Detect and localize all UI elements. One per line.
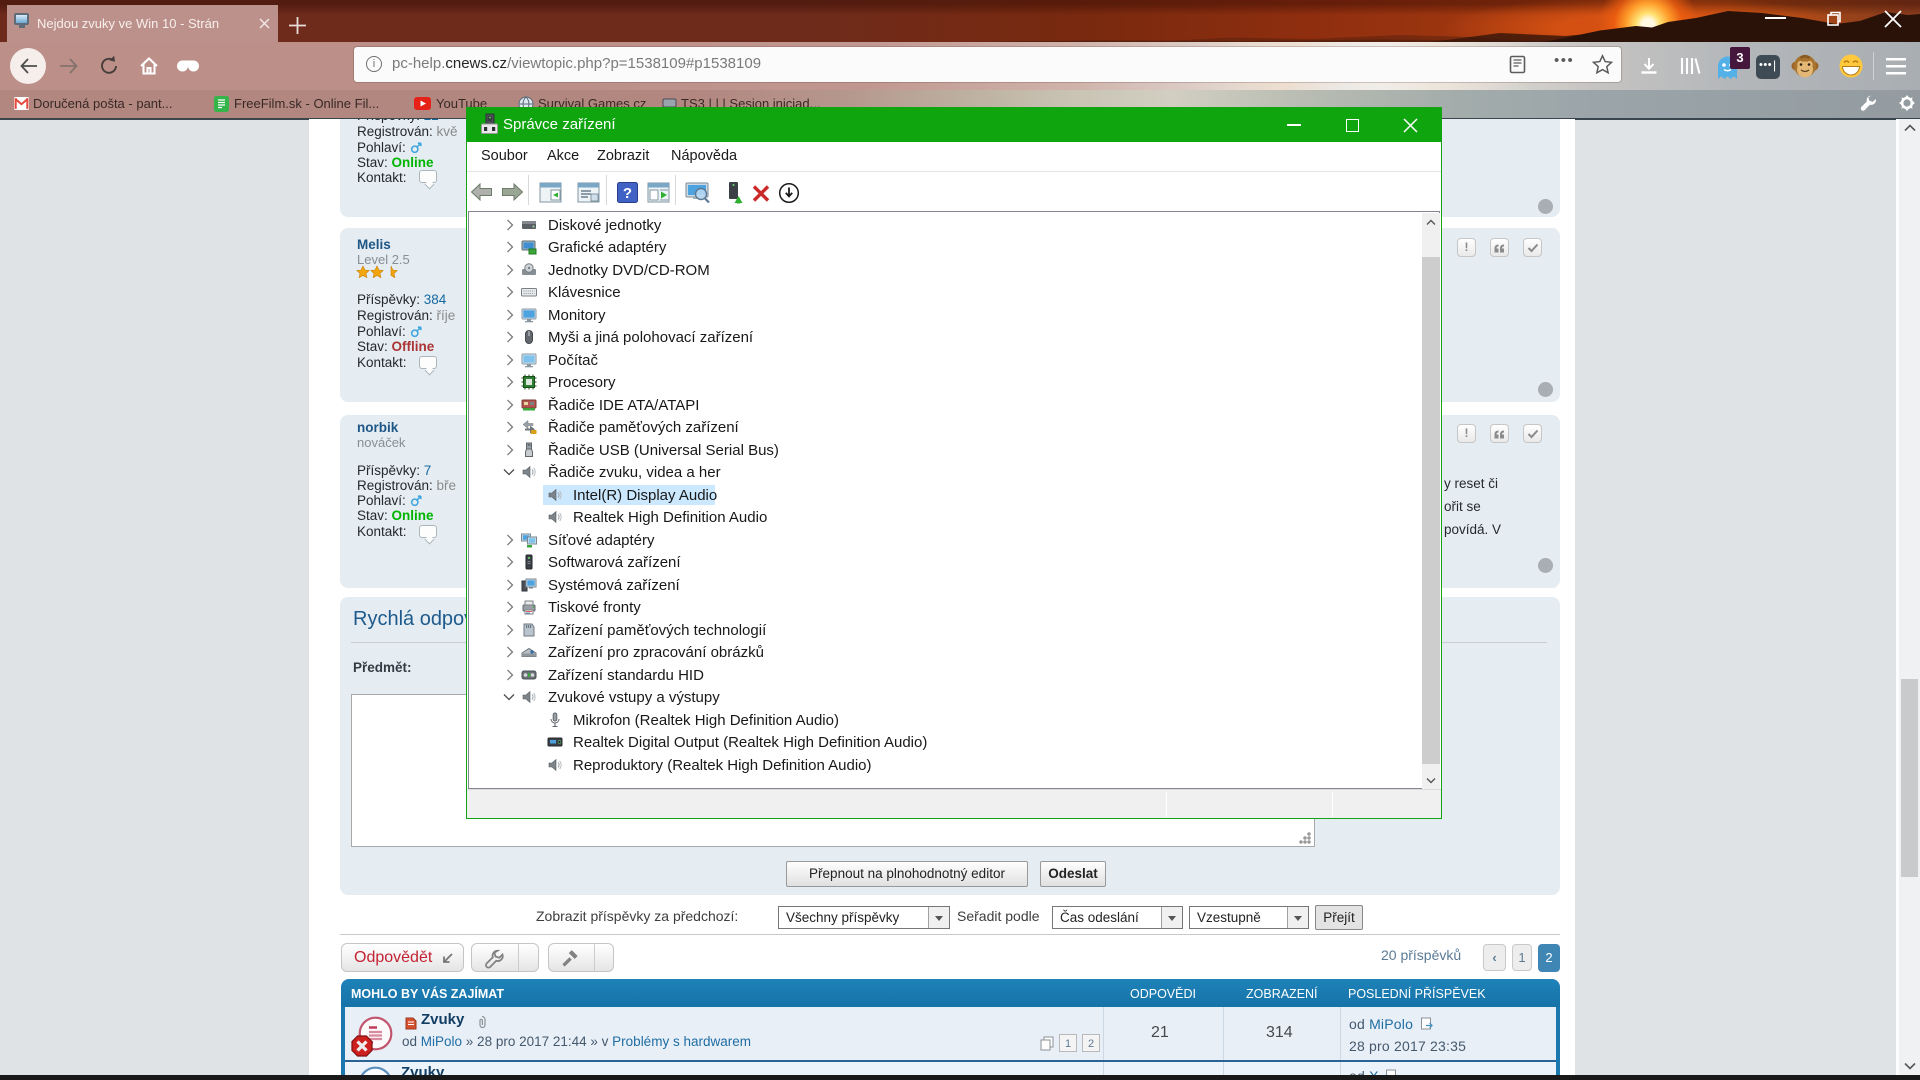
- svg-text:?: ?: [623, 185, 632, 202]
